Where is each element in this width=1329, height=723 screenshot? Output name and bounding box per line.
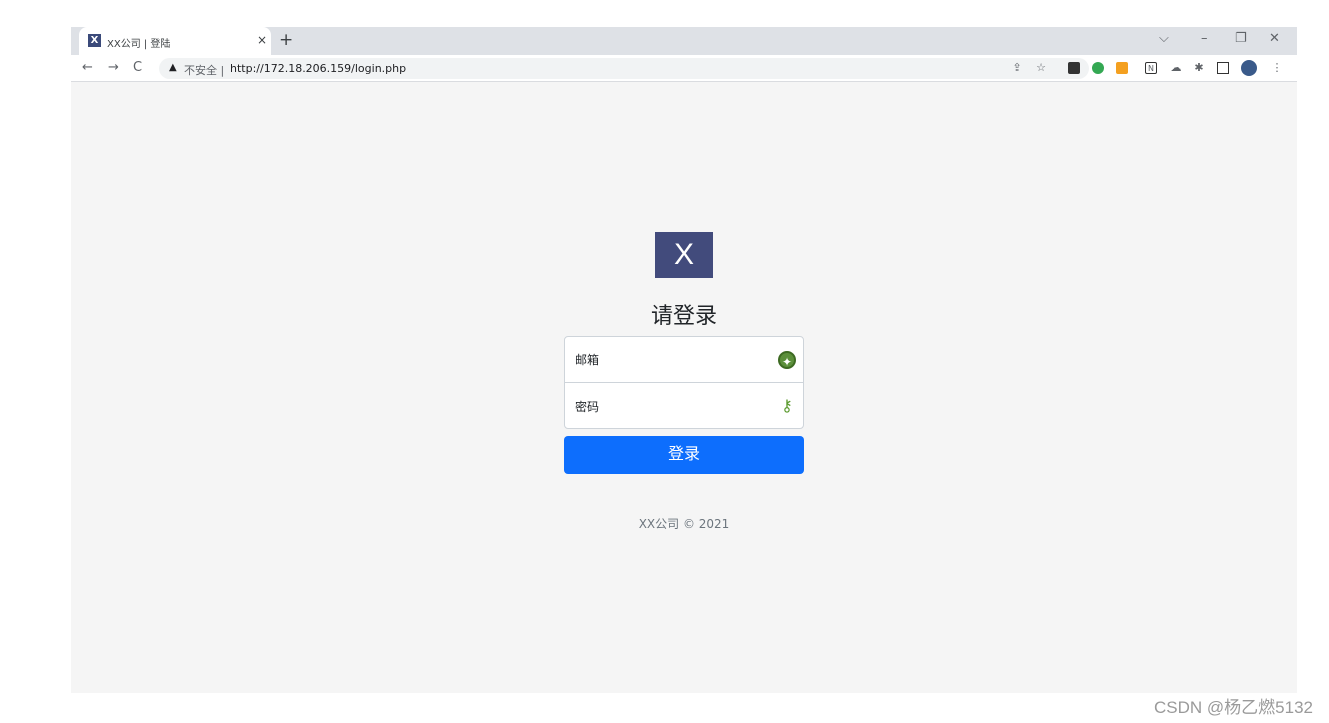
browser-toolbar: ← → C ▲ 不安全 | http://172.18.206.159/logi…	[71, 55, 1297, 82]
tab-title: XX公司 | 登陆	[107, 39, 171, 50]
address-bar[interactable]: ▲ 不安全 | http://172.18.206.159/login.php	[159, 58, 1089, 79]
login-button[interactable]: 登录	[564, 436, 804, 474]
email-input[interactable]: 邮箱 ✦	[565, 337, 803, 383]
minimize-icon[interactable]: –	[1201, 31, 1208, 46]
tab-login[interactable]: X XX公司 | 登陆 ×	[79, 27, 271, 55]
share-icon[interactable]: ⇪	[1011, 62, 1023, 74]
email-placeholder: 邮箱	[575, 353, 600, 367]
profile-avatar-icon[interactable]	[1241, 60, 1257, 76]
tab-search-icon[interactable]: ⌵	[1159, 31, 1169, 46]
login-page: X 请登录 邮箱 ✦ 密码 ⚷ 登录 XX公司 © 2021	[71, 83, 1297, 693]
company-logo: X	[655, 232, 713, 278]
bookmark-star-icon[interactable]: ☆	[1035, 62, 1047, 74]
person-icon: ✦	[778, 350, 796, 369]
warning-icon[interactable]: ▲	[169, 62, 177, 73]
password-placeholder: 密码	[575, 399, 600, 414]
page-footer: XX公司 © 2021	[638, 517, 730, 531]
forward-icon[interactable]: →	[108, 60, 119, 75]
extension-1-icon[interactable]	[1068, 62, 1080, 74]
browser-window: X XX公司 | 登陆 × + ⌵ – ❐ ✕ ← → C ▲ 不安全 | ht…	[71, 27, 1297, 693]
reload-icon[interactable]: C	[133, 60, 142, 75]
cloud-icon[interactable]: ☁	[1170, 62, 1182, 74]
sidepanel-icon[interactable]	[1217, 62, 1229, 74]
restore-icon[interactable]: ❐	[1235, 31, 1247, 46]
security-status[interactable]: 不安全 |	[184, 62, 224, 78]
login-form: 邮箱 ✦ 密码 ⚷	[564, 336, 804, 429]
extensions-puzzle-icon[interactable]: ✱	[1193, 62, 1205, 74]
tab-close-icon[interactable]: ×	[257, 33, 267, 47]
new-tab-button[interactable]: +	[279, 30, 293, 50]
menu-icon[interactable]: ⋮	[1271, 62, 1283, 74]
extension-240-icon[interactable]	[1116, 62, 1128, 74]
key-icon: ⚷	[781, 396, 793, 415]
password-input[interactable]: 密码 ⚷	[565, 383, 803, 429]
url-text[interactable]: http://172.18.206.159/login.php	[230, 62, 406, 75]
close-window-icon[interactable]: ✕	[1269, 31, 1280, 46]
notion-icon[interactable]: N	[1145, 62, 1157, 74]
watermark: CSDN @杨乙燃5132	[1154, 698, 1313, 717]
tab-strip: X XX公司 | 登陆 × + ⌵ – ❐ ✕	[71, 27, 1297, 55]
back-icon[interactable]: ←	[82, 60, 93, 75]
extension-2-icon[interactable]	[1092, 62, 1104, 74]
favicon-icon: X	[88, 34, 101, 47]
page-title: 请登录	[650, 304, 717, 329]
